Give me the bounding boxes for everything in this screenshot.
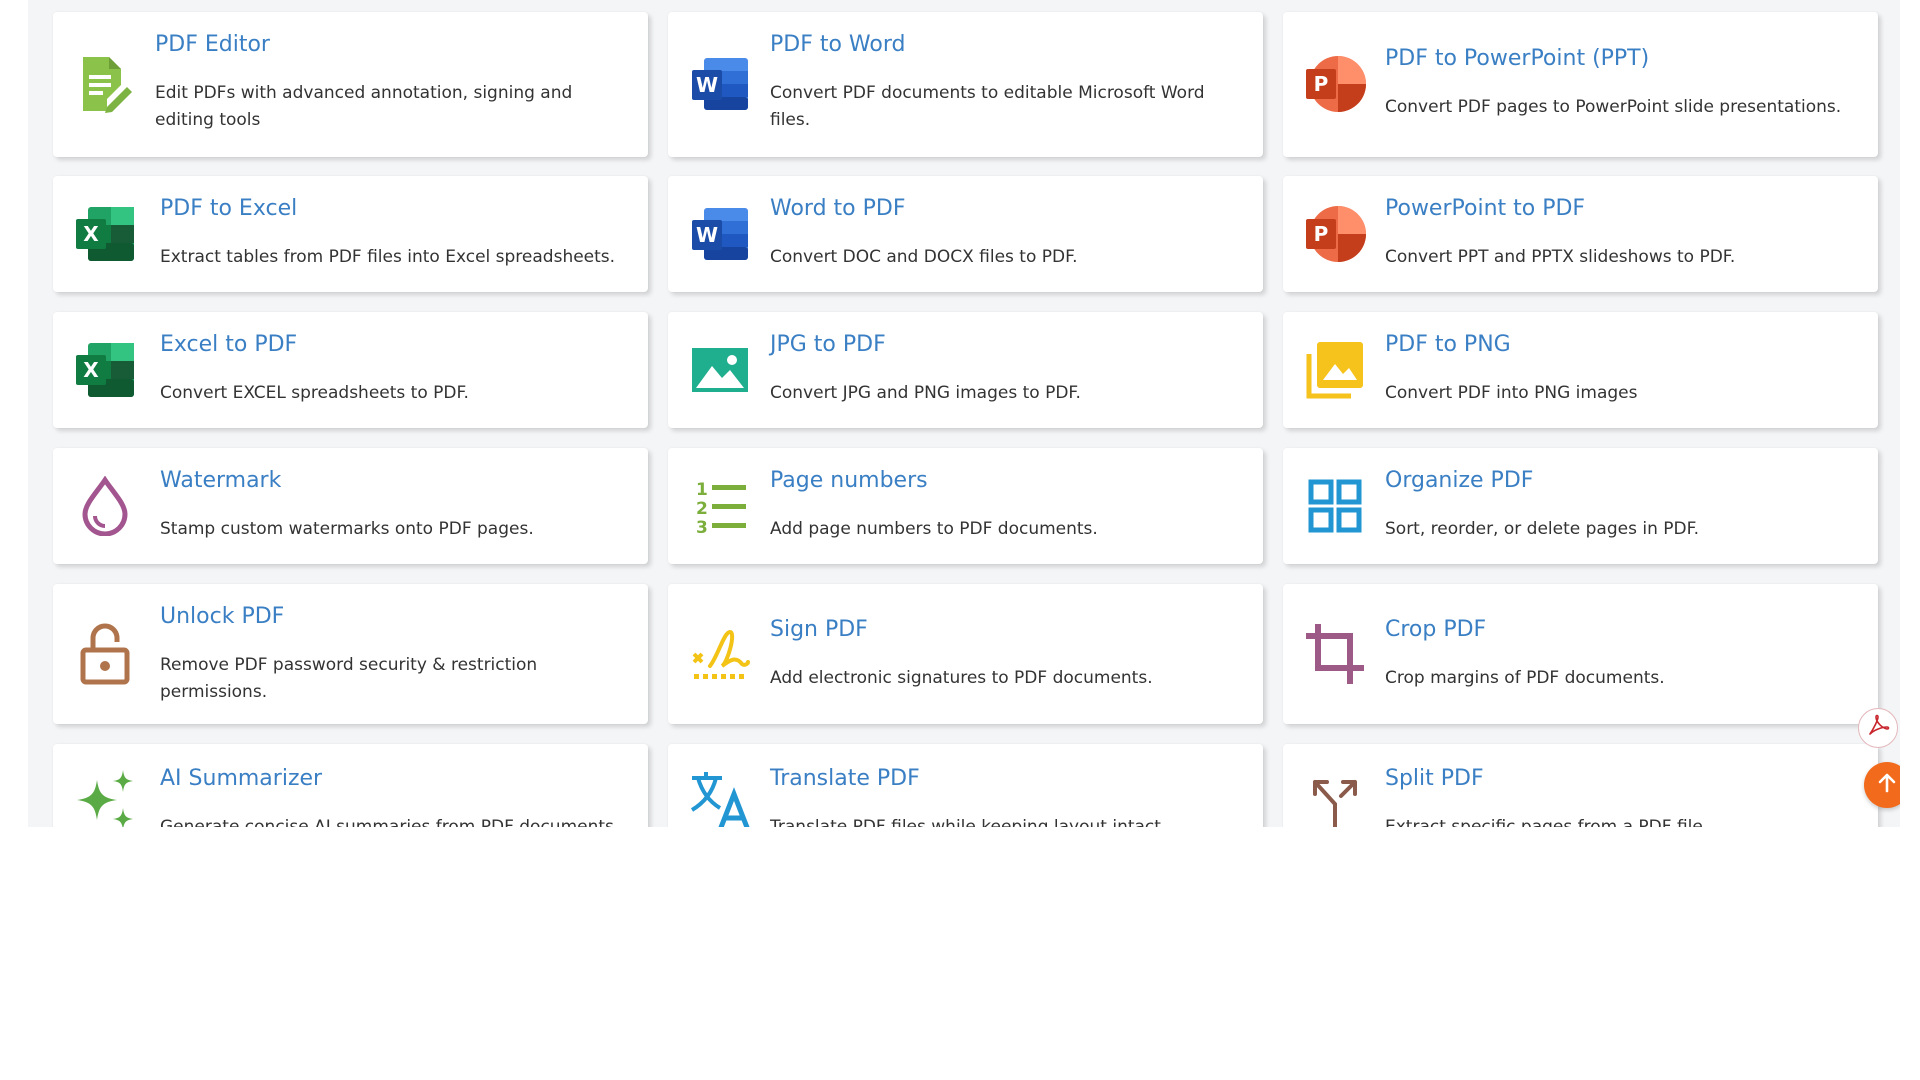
word-icon: W [688, 202, 752, 266]
svg-text:1: 1 [696, 480, 708, 500]
tool-description: Extract tables from PDF files into Excel… [160, 247, 616, 267]
svg-text:2: 2 [696, 499, 708, 519]
tool-title: Split PDF [1385, 766, 1484, 791]
tool-card-organize-pdf[interactable]: Organize PDF Sort, reorder, or delete pa… [1283, 448, 1878, 564]
svg-text:W: W [696, 223, 718, 247]
tool-title: Unlock PDF [160, 604, 285, 629]
tool-description: Convert PDF pages to PowerPoint slide pr… [1385, 97, 1842, 117]
tool-title: PDF to PNG [1385, 332, 1511, 357]
tool-title: JPG to PDF [770, 332, 886, 357]
tool-card-pdf-editor[interactable]: PDF Editor Edit PDFs with advanced annot… [53, 12, 648, 157]
tool-card-translate-pdf[interactable]: Translate PDF Translate PDF files while … [668, 744, 1263, 827]
tool-description: Sort, reorder, or delete pages in PDF. [1385, 519, 1700, 539]
excel-icon: X [73, 202, 137, 266]
image-icon [688, 338, 752, 402]
svg-text:W: W [696, 73, 718, 97]
tool-title: Page numbers [770, 468, 928, 493]
tool-card-page-numbers[interactable]: 1 2 3 Page numbers Add page numbers to P… [668, 448, 1263, 564]
svg-text:3: 3 [696, 518, 708, 535]
powerpoint-icon: P [1303, 202, 1367, 266]
pdf-editor-icon [73, 52, 137, 116]
tools-panel: PDF Editor Edit PDFs with advanced annot… [28, 0, 1900, 827]
tool-card-sign-pdf[interactable]: Sign PDF Add electronic signatures to PD… [668, 584, 1263, 724]
tool-title: Crop PDF [1385, 617, 1487, 642]
translate-icon [688, 768, 752, 827]
numbered-list-icon: 1 2 3 [688, 474, 752, 538]
tool-card-unlock-pdf[interactable]: Unlock PDF Remove PDF password security … [53, 584, 648, 724]
tool-description: Extract specific pages from a PDF file. [1385, 817, 1709, 827]
tool-description: Add page numbers to PDF documents. [770, 519, 1098, 539]
tool-card-pdf-to-ppt[interactable]: P PDF to PowerPoint (PPT) Convert PDF pa… [1283, 12, 1878, 157]
tool-description: Convert DOC and DOCX files to PDF. [770, 247, 1078, 267]
tool-description: Convert EXCEL spreadsheets to PDF. [160, 383, 469, 403]
tool-title: PDF to Excel [160, 196, 298, 221]
tool-title: Organize PDF [1385, 468, 1534, 493]
tool-description: Translate PDF files while keeping layout… [770, 817, 1167, 827]
tool-title: PowerPoint to PDF [1385, 196, 1586, 221]
svg-text:P: P [1314, 222, 1329, 246]
excel-icon: X [73, 338, 137, 402]
tool-card-word-to-pdf[interactable]: W Word to PDF Convert DOC and DOCX files… [668, 176, 1263, 292]
tool-card-pdf-to-png[interactable]: PDF to PNG Convert PDF into PNG images [1283, 312, 1878, 428]
grid-icon [1303, 474, 1367, 538]
tool-description: Add electronic signatures to PDF documen… [770, 668, 1153, 688]
tool-title: Word to PDF [770, 196, 906, 221]
acrobat-icon [1866, 714, 1890, 742]
svg-text:X: X [83, 222, 99, 246]
tool-card-ppt-to-pdf[interactable]: P PowerPoint to PDF Convert PPT and PPTX… [1283, 176, 1878, 292]
powerpoint-icon: P [1303, 52, 1367, 116]
pdf-floating-button[interactable] [1858, 708, 1898, 748]
tool-title: PDF Editor [155, 32, 270, 57]
tool-title: AI Summarizer [160, 766, 323, 791]
water-drop-icon [73, 474, 137, 538]
tool-description: Crop margins of PDF documents. [1385, 668, 1665, 688]
tool-card-excel-to-pdf[interactable]: X Excel to PDF Convert EXCEL spreadsheet… [53, 312, 648, 428]
svg-text:P: P [1314, 72, 1329, 96]
tool-description: Convert PPT and PPTX slideshows to PDF. [1385, 247, 1736, 267]
tool-title: Watermark [160, 468, 282, 493]
tool-description: Generate concise AI summaries from PDF d… [160, 817, 620, 827]
tool-title: Excel to PDF [160, 332, 298, 357]
tool-description: Edit PDFs with advanced annotation, sign… [155, 83, 573, 130]
tool-title: Translate PDF [770, 766, 920, 791]
tool-description: Remove PDF password security & restricti… [160, 655, 538, 702]
tool-card-jpg-to-pdf[interactable]: JPG to PDF Convert JPG and PNG images to… [668, 312, 1263, 428]
arrow-up-icon [1876, 772, 1898, 798]
tool-description: Stamp custom watermarks onto PDF pages. [160, 519, 534, 539]
photo-library-icon [1303, 338, 1367, 402]
crop-icon [1303, 622, 1367, 686]
tool-title: Sign PDF [770, 617, 868, 642]
tool-description: Convert JPG and PNG images to PDF. [770, 383, 1081, 403]
split-icon [1303, 768, 1367, 827]
svg-text:X: X [83, 358, 99, 382]
tool-card-crop-pdf[interactable]: Crop PDF Crop margins of PDF documents. [1283, 584, 1878, 724]
tool-card-pdf-to-word[interactable]: W PDF to Word Convert PDF documents to e… [668, 12, 1263, 157]
unlock-icon [73, 622, 137, 686]
signature-icon [688, 622, 752, 686]
tool-card-split-pdf[interactable]: Split PDF Extract specific pages from a … [1283, 744, 1878, 827]
tool-card-pdf-to-excel[interactable]: X PDF to Excel Extract tables from PDF f… [53, 176, 648, 292]
tool-card-ai-summarizer[interactable]: AI Summarizer Generate concise AI summar… [53, 744, 648, 827]
word-icon: W [688, 52, 752, 116]
tool-title: PDF to PowerPoint (PPT) [1385, 46, 1650, 71]
tool-card-watermark[interactable]: Watermark Stamp custom watermarks onto P… [53, 448, 648, 564]
tool-description: Convert PDF documents to editable Micros… [770, 83, 1205, 130]
sparkle-icon [73, 768, 137, 827]
tool-description: Convert PDF into PNG images [1385, 383, 1638, 403]
tool-title: PDF to Word [770, 32, 906, 57]
